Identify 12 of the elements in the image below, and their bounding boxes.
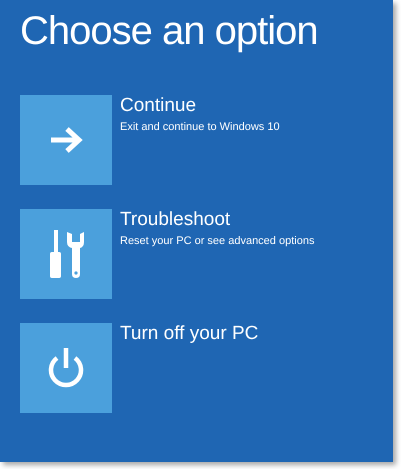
- power-icon: [46, 346, 86, 390]
- arrow-icon: [49, 127, 83, 153]
- page-title: Choose an option: [20, 8, 319, 55]
- option-title[interactable]: Turn off your PC: [120, 323, 258, 345]
- option-tile[interactable]: [20, 209, 112, 299]
- option-title[interactable]: Troubleshoot: [120, 209, 314, 231]
- option-tile[interactable]: [20, 95, 112, 185]
- option-title[interactable]: Continue: [120, 95, 280, 117]
- option-description: Reset your PC or see advanced options: [120, 234, 314, 249]
- option-tile[interactable]: [20, 323, 112, 413]
- option-description: Exit and continue to Windows 10: [120, 120, 280, 135]
- tools-icon: [48, 230, 84, 278]
